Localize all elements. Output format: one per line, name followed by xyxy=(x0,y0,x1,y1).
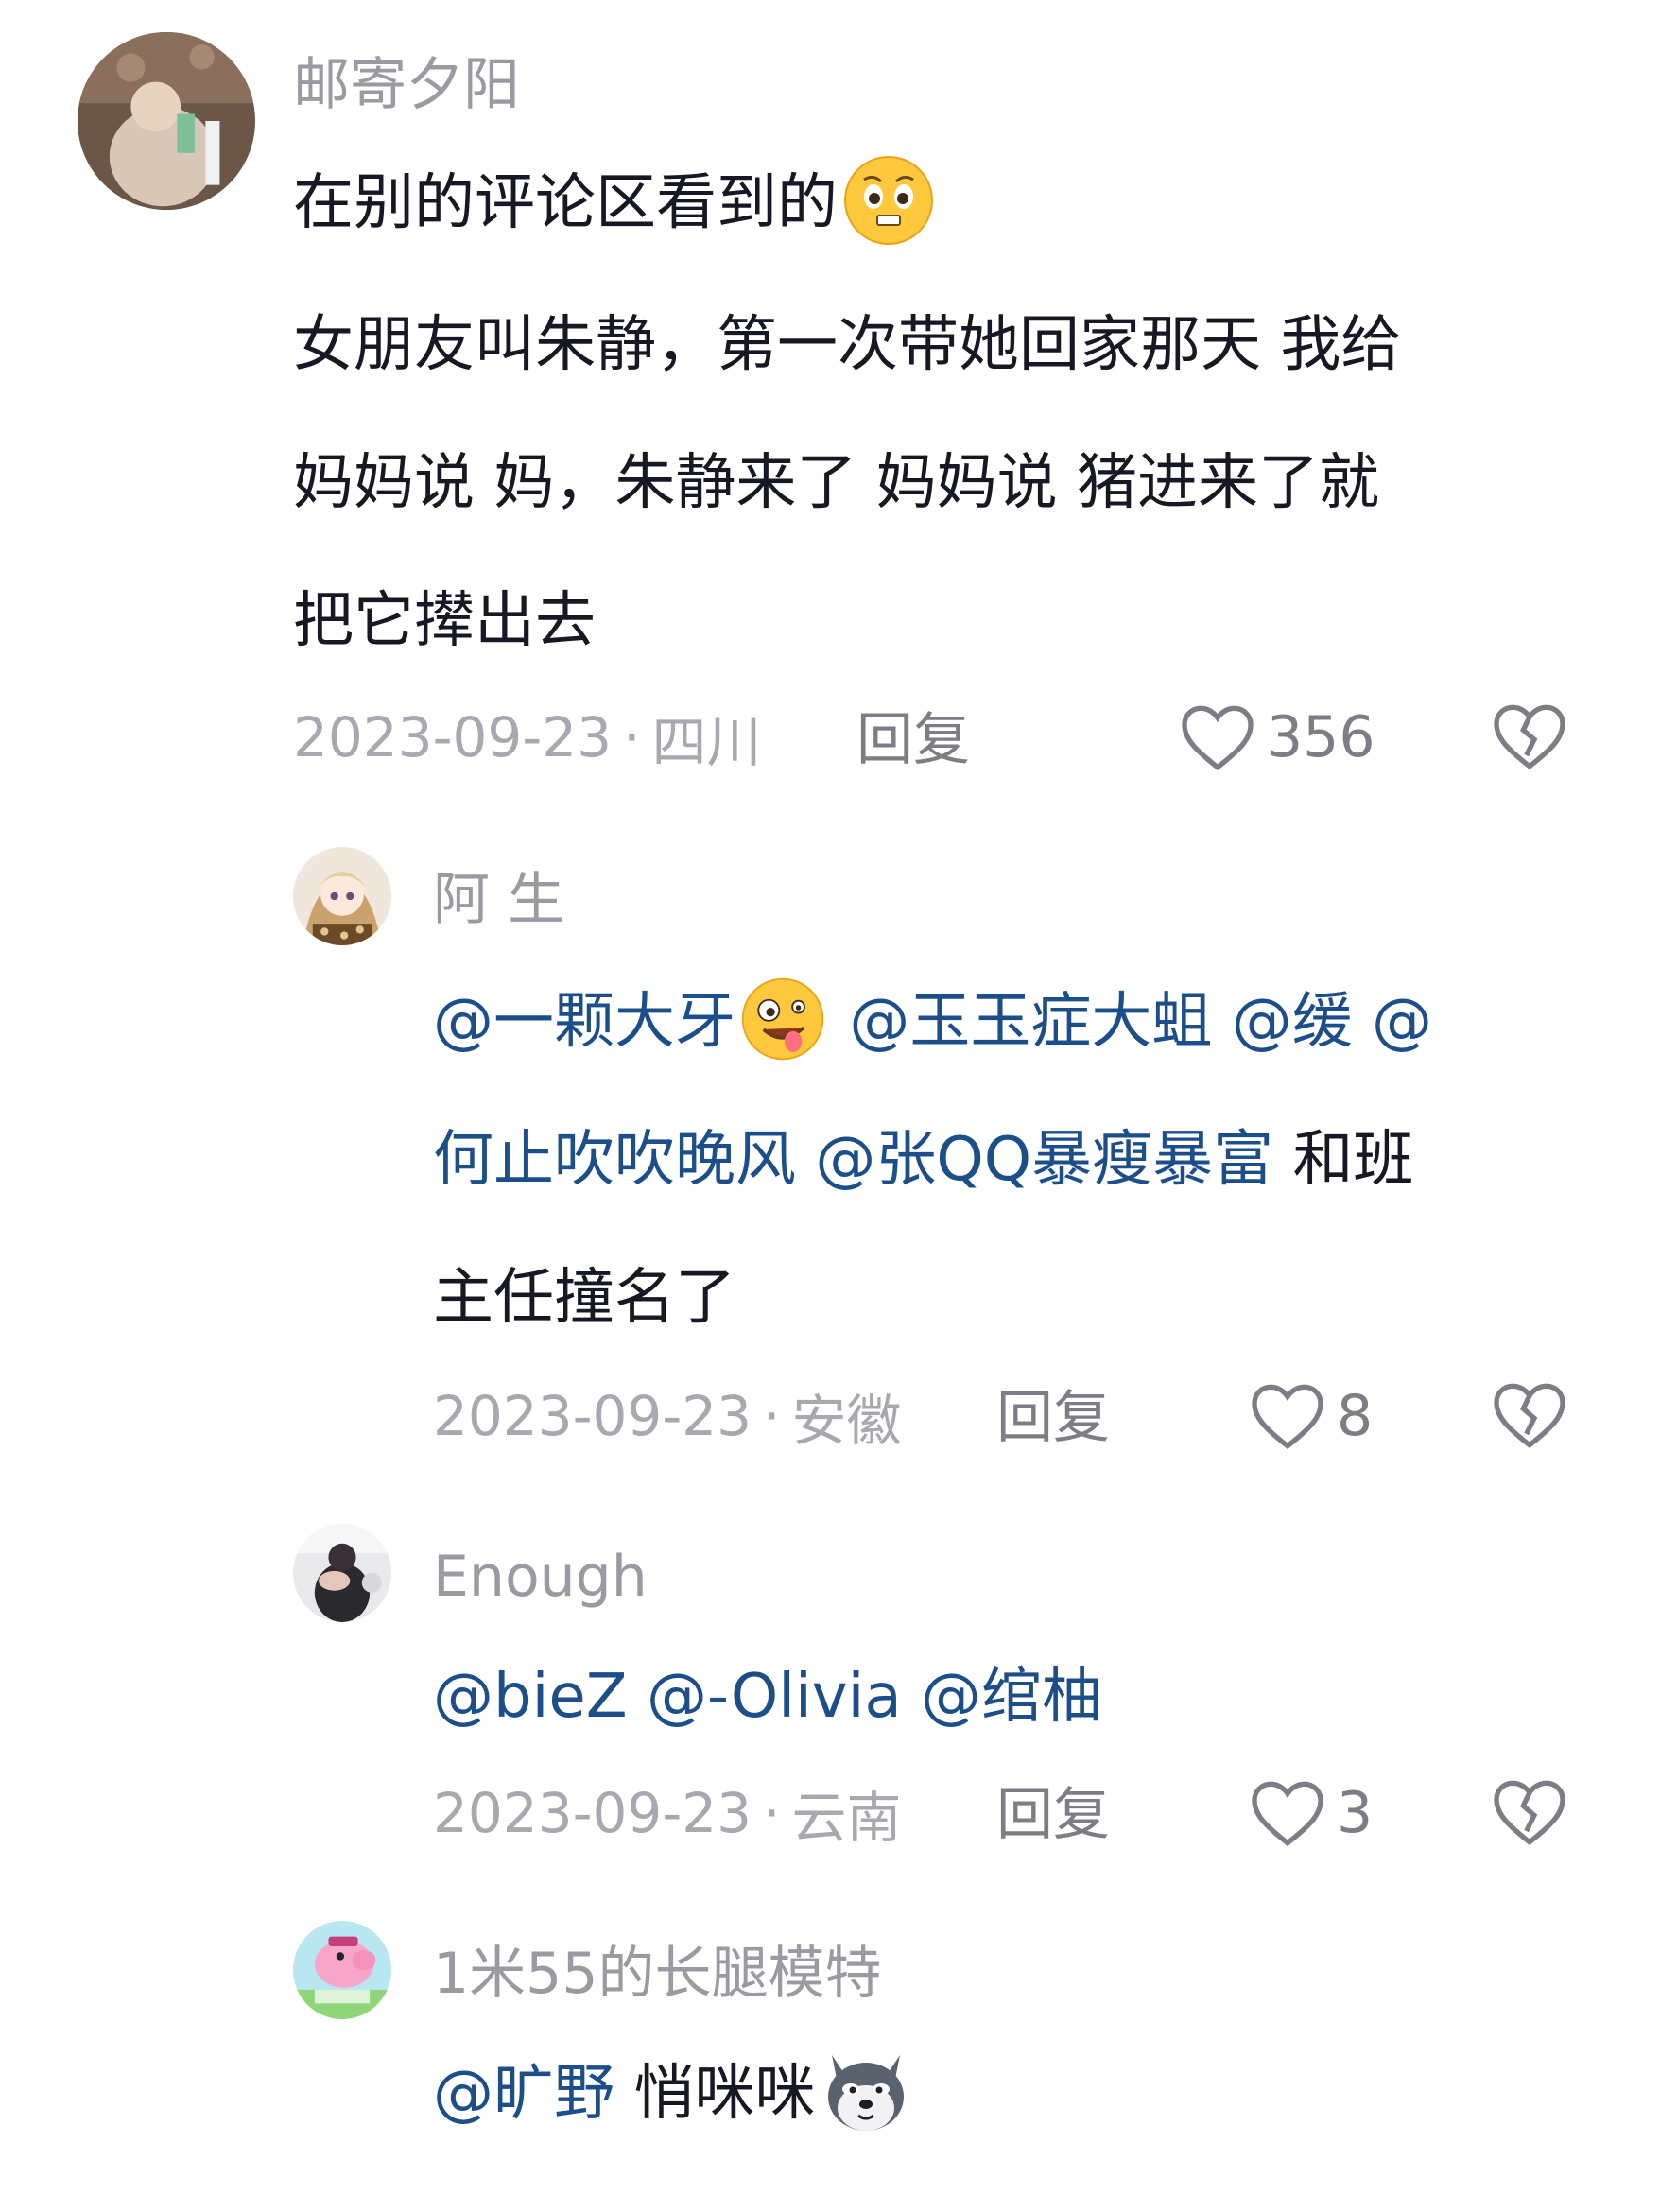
reply-button[interactable]: 回复 xyxy=(996,1777,1110,1853)
like-button[interactable]: 8 xyxy=(1250,1378,1373,1454)
mention-link[interactable]: @ xyxy=(1372,987,1432,1057)
reply-button[interactable]: 回复 xyxy=(856,702,970,778)
reply-date: 2023-09-23 xyxy=(433,1781,752,1845)
comment-text: 在别的评论区看到的 xyxy=(293,168,838,238)
comment-text-line: 妈妈说 妈，朱静来了 妈妈说 猪进来了就 xyxy=(293,448,1380,518)
reply-username[interactable]: 1米55的长腿模特 xyxy=(433,1938,882,2010)
heart-outline-icon xyxy=(1252,1384,1323,1450)
heart-outline-icon xyxy=(1182,705,1254,771)
comment-username[interactable]: 邮寄夕阳 xyxy=(293,49,520,121)
mention-link[interactable]: @bieZ xyxy=(433,1662,628,1732)
comment-thread: 邮寄夕阳 在别的评论区看到的 女朋友叫朱静，第一次带她回家那天 我给 妈妈说 妈… xyxy=(0,0,1660,2212)
reply-text: 悄咪咪 xyxy=(614,2059,816,2129)
reply-text-line: 主任撞名了 xyxy=(433,1263,735,1333)
reply-username[interactable]: Enough xyxy=(433,1541,648,1613)
reply-text-line: @一颗大牙 @玉玉症大蛆 @缓 @ xyxy=(433,953,1432,1091)
like-button[interactable]: 3 xyxy=(1250,1775,1373,1851)
avatar[interactable] xyxy=(78,32,255,210)
mention-link[interactable]: @缓 xyxy=(1232,987,1353,1057)
like-button[interactable]: 356 xyxy=(1180,700,1375,775)
like-count: 8 xyxy=(1337,1383,1374,1449)
pleading-face-emoji xyxy=(841,153,936,248)
reply-location: 安徽 xyxy=(791,1389,902,1453)
reply-text-line: @旷野 悄咪咪 xyxy=(433,2025,917,2163)
reply-text-line: 何止吹吹晚风 @张QQ暴瘦暴富 和班 xyxy=(433,1091,1413,1229)
like-count: 3 xyxy=(1337,1780,1374,1846)
comment-meta: 2023-09-23 · 四川 xyxy=(293,700,762,775)
separator-dot: · xyxy=(763,1781,781,1845)
mention-link[interactable]: @旷野 xyxy=(433,2059,614,2129)
mention-link[interactable]: @张QQ暴瘦暴富 xyxy=(815,1125,1273,1195)
like-count: 356 xyxy=(1267,704,1375,770)
broken-heart-icon xyxy=(1494,1780,1565,1846)
reply-date: 2023-09-23 xyxy=(433,1384,752,1448)
separator-dot: · xyxy=(763,1384,781,1448)
comment-text-line: 把它撵出去 xyxy=(293,586,596,656)
mention-link[interactable]: @-Olivia xyxy=(647,1662,902,1732)
reply-username[interactable]: 阿 生 xyxy=(433,864,564,936)
mention-link[interactable]: @绾柚 xyxy=(921,1662,1102,1732)
avatar[interactable] xyxy=(293,1921,391,2019)
mention-link[interactable]: @玉玉症大蛆 xyxy=(849,987,1212,1057)
reply-text: 和班 xyxy=(1273,1125,1414,1195)
comment-text-line: 在别的评论区看到的 xyxy=(293,134,940,272)
dislike-button[interactable] xyxy=(1492,1777,1567,1851)
heart-outline-icon xyxy=(1252,1781,1323,1847)
reply-location: 云南 xyxy=(791,1786,902,1850)
dislike-button[interactable] xyxy=(1492,1380,1567,1454)
mention-link[interactable]: @一颗大牙 xyxy=(433,987,735,1057)
avatar[interactable] xyxy=(293,1524,391,1622)
dislike-button[interactable] xyxy=(1492,701,1567,775)
mention-link[interactable]: 何止吹吹晚风 xyxy=(433,1125,796,1195)
broken-heart-icon xyxy=(1494,704,1565,770)
reply-meta: 2023-09-23 · 云南 xyxy=(433,1775,902,1851)
zany-face-emoji xyxy=(739,976,826,1063)
reply-text-line: @bieZ @-Olivia @绾柚 xyxy=(433,1628,1102,1766)
avatar[interactable] xyxy=(293,847,391,945)
reply-meta: 2023-09-23 · 安徽 xyxy=(433,1378,902,1454)
separator-dot: · xyxy=(623,705,641,769)
comment-date: 2023-09-23 xyxy=(293,705,613,769)
broken-heart-icon xyxy=(1494,1383,1565,1449)
comment-text-line: 女朋友叫朱静，第一次带她回家那天 我给 xyxy=(293,310,1402,380)
comment-location: 四川 xyxy=(651,710,762,774)
husky-dog-emoji xyxy=(819,2046,913,2136)
reply-button[interactable]: 回复 xyxy=(996,1380,1110,1456)
